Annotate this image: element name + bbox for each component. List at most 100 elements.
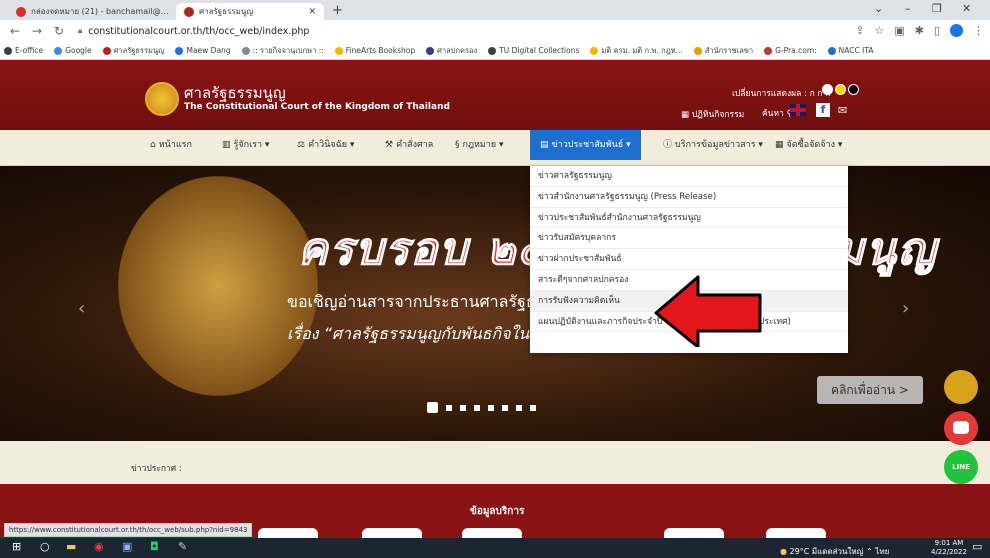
browser-tab-bar: กล่องจดหมาย (21) - banchamail@… ✕ ศาลรัฐ… bbox=[0, 0, 990, 20]
maximize-button[interactable]: ❐ bbox=[932, 2, 942, 15]
carousel-dot[interactable] bbox=[488, 404, 494, 411]
carousel-prev-icon[interactable]: ‹ bbox=[78, 298, 85, 319]
carousel-dot[interactable] bbox=[502, 404, 508, 411]
close-window-button[interactable]: ✕ bbox=[962, 2, 971, 15]
search-link[interactable]: ค้นหา ⚲ bbox=[762, 106, 793, 120]
service-tab[interactable] bbox=[462, 528, 522, 538]
file-explorer-icon[interactable]: ▬ bbox=[66, 540, 76, 553]
mail-icon[interactable]: ✉ bbox=[838, 104, 847, 117]
bookmark-cabinet-resolutions[interactable]: มติ ครม. มติ ก.พ. กฎห... bbox=[590, 45, 683, 57]
line-icon[interactable]: LINE bbox=[944, 450, 978, 484]
bookmark-icon bbox=[4, 46, 12, 55]
nav-info-service[interactable]: ⓘ บริการข้อมูลข่าวสาร ▾ bbox=[663, 130, 763, 160]
bookmark-maew-dang[interactable]: Maew Dang bbox=[175, 46, 231, 55]
youtube-icon[interactable] bbox=[944, 411, 978, 445]
bookmark-admin-court[interactable]: ศาลปกครอง bbox=[426, 45, 477, 57]
bookmark-e-office[interactable]: E-office bbox=[4, 46, 43, 55]
dropdown-item-press-release[interactable]: ข่าวสำนักงานศาลรัฐธรรมนูญ (Press Release… bbox=[530, 187, 848, 208]
bookmark-nacc-ita[interactable]: NACC ITA bbox=[827, 46, 873, 55]
site-title-en[interactable]: The Constitutional Court of the Kingdom … bbox=[184, 102, 450, 112]
menu-icon[interactable]: ⋮ bbox=[973, 24, 984, 37]
gavel-icon: ⚒ bbox=[385, 140, 394, 150]
store-icon[interactable]: ▣ bbox=[122, 540, 132, 553]
dropdown-item-announcements[interactable]: ข่าวฝากประชาสัมพันธ์ bbox=[530, 249, 848, 270]
profile-avatar[interactable] bbox=[950, 24, 963, 37]
contrast-default-dot[interactable] bbox=[822, 84, 833, 95]
service-tab[interactable] bbox=[362, 528, 422, 538]
dropdown-item-office-pr[interactable]: ข่าวประชาสัมพันธ์สำนักงานศาลรัฐธรรมนูญ bbox=[530, 208, 848, 229]
url-field[interactable]: 🔒︎ constitutionalcourt.or.th/th/occ_web/… bbox=[78, 26, 309, 37]
tray-chevron-icon[interactable]: ⌃ bbox=[866, 547, 875, 556]
nav-news[interactable]: ▤ ข่าวประชาสัมพันธ์ ▾ bbox=[530, 130, 641, 160]
tab-gmail[interactable]: กล่องจดหมาย (21) - banchamail@… ✕ bbox=[8, 3, 176, 20]
bookmark-google[interactable]: Google bbox=[54, 46, 92, 55]
bookmark-tu-digital[interactable]: TU Digital Collections bbox=[488, 46, 579, 55]
bookmark-star-icon[interactable]: ☆ bbox=[874, 24, 884, 37]
nav-procurement[interactable]: ▦ จัดซื้อจัดจ้าง ▾ bbox=[775, 130, 842, 160]
dropdown-item-recruitment[interactable]: ข่าวรับสมัครบุคลากร bbox=[530, 228, 848, 250]
home-icon: ⌂ bbox=[150, 140, 156, 150]
nav-court-orders[interactable]: ⚒ คำสั่งศาล bbox=[385, 130, 433, 160]
share-icon[interactable]: ⇪ bbox=[855, 24, 864, 37]
service-tab[interactable] bbox=[664, 528, 724, 538]
bookmark-g-pra[interactable]: G-Pra.com: bbox=[764, 46, 817, 55]
carousel-dot[interactable] bbox=[474, 404, 480, 411]
lock-icon[interactable]: 🔒︎ bbox=[78, 26, 82, 36]
contrast-yellow-dot[interactable] bbox=[835, 84, 846, 95]
line-app-icon[interactable]: ◘ bbox=[150, 540, 159, 553]
bookmark-royal-secretariat[interactable]: สำนักราชเลขา bbox=[693, 45, 753, 57]
reload-icon[interactable]: ↻ bbox=[52, 24, 66, 38]
bookmark-icon bbox=[827, 46, 836, 55]
globe-icon bbox=[488, 46, 497, 55]
english-flag-icon[interactable] bbox=[790, 104, 806, 116]
font-size-switch-label[interactable]: เปลี่ยนการแสดงผล : ก ก ก bbox=[732, 86, 830, 100]
nav-rulings[interactable]: ⚖ คำวินิจฉัย ▾ bbox=[297, 130, 354, 160]
weather-widget[interactable]: ● 29°C มีแดดส่วนใหญ่ ⌃ ไทย bbox=[780, 545, 889, 558]
new-tab-button[interactable]: + bbox=[332, 3, 343, 18]
dropdown-item-court-news[interactable]: ข่าวศาลรัฐธรรมนูญ bbox=[530, 166, 848, 187]
service-tab[interactable] bbox=[766, 528, 826, 538]
close-tab-icon[interactable]: ✕ bbox=[169, 7, 176, 17]
court-seal-logo[interactable] bbox=[145, 82, 179, 116]
carousel-dot[interactable] bbox=[446, 404, 452, 411]
carousel-dot[interactable] bbox=[460, 404, 466, 411]
search-circle-icon[interactable]: ○ bbox=[40, 540, 50, 553]
bookmark-icon bbox=[590, 46, 599, 55]
minimize-button[interactable]: – bbox=[905, 2, 911, 15]
carousel-dot[interactable] bbox=[516, 404, 522, 411]
carousel-dot[interactable] bbox=[530, 404, 536, 411]
facebook-icon[interactable]: f bbox=[816, 103, 830, 117]
bookmark-court[interactable]: ศาลรัฐธรรมนูญ bbox=[102, 45, 164, 57]
system-clock[interactable]: 9:01 AM 4/22/2022 bbox=[931, 539, 967, 557]
announcement-label: ข่าวประกาศ : bbox=[131, 464, 182, 474]
forward-icon[interactable]: → bbox=[30, 24, 44, 38]
carousel-dot-active[interactable] bbox=[427, 402, 438, 413]
windows-start-icon[interactable]: ⊞ bbox=[12, 540, 21, 553]
puzzle-icon[interactable]: ✱ bbox=[915, 24, 924, 37]
nav-home[interactable]: ⌂ หน้าแรก bbox=[150, 130, 192, 160]
service-tab[interactable] bbox=[258, 528, 318, 538]
read-more-button[interactable]: คลิกเพื่ออ่าน > bbox=[817, 376, 923, 404]
chrome-icon[interactable]: ◉ bbox=[94, 540, 104, 553]
carousel-next-icon[interactable]: › bbox=[902, 298, 909, 319]
language-indicator[interactable]: ไทย bbox=[875, 547, 889, 556]
contrast-black-dot[interactable] bbox=[848, 84, 859, 95]
back-icon[interactable]: ← bbox=[8, 24, 22, 38]
paint-icon[interactable]: ✎ bbox=[178, 540, 187, 553]
nav-laws[interactable]: § กฎหมาย ▾ bbox=[455, 130, 504, 160]
procurement-icon: ▦ bbox=[775, 140, 784, 150]
sidebar-icon[interactable]: ▯ bbox=[934, 24, 940, 37]
nav-about[interactable]: ▥ รู้จักเรา ▾ bbox=[222, 130, 269, 160]
extension-icon[interactable]: ▣ bbox=[894, 24, 904, 37]
bookmark-icon bbox=[102, 46, 111, 55]
calendar-link[interactable]: ▦ ปฏิทินกิจกรรม bbox=[681, 107, 744, 121]
bookmark-finearts[interactable]: FineArts Bookshop bbox=[334, 46, 415, 55]
bookmark-icon bbox=[241, 46, 250, 55]
e-book-button[interactable] bbox=[944, 370, 978, 404]
bookmark-icon bbox=[426, 46, 435, 55]
close-tab-icon[interactable]: ✕ bbox=[302, 7, 316, 17]
notification-icon[interactable]: ▭ bbox=[972, 540, 982, 553]
tab-list-icon[interactable]: ⌄ bbox=[874, 2, 883, 15]
bookmark-royal-gazette[interactable]: :: รายกิจจานุเบกษา :: bbox=[241, 45, 324, 57]
tab-constitutional-court[interactable]: ศาลรัฐธรรมนูญ ✕ bbox=[176, 3, 324, 20]
